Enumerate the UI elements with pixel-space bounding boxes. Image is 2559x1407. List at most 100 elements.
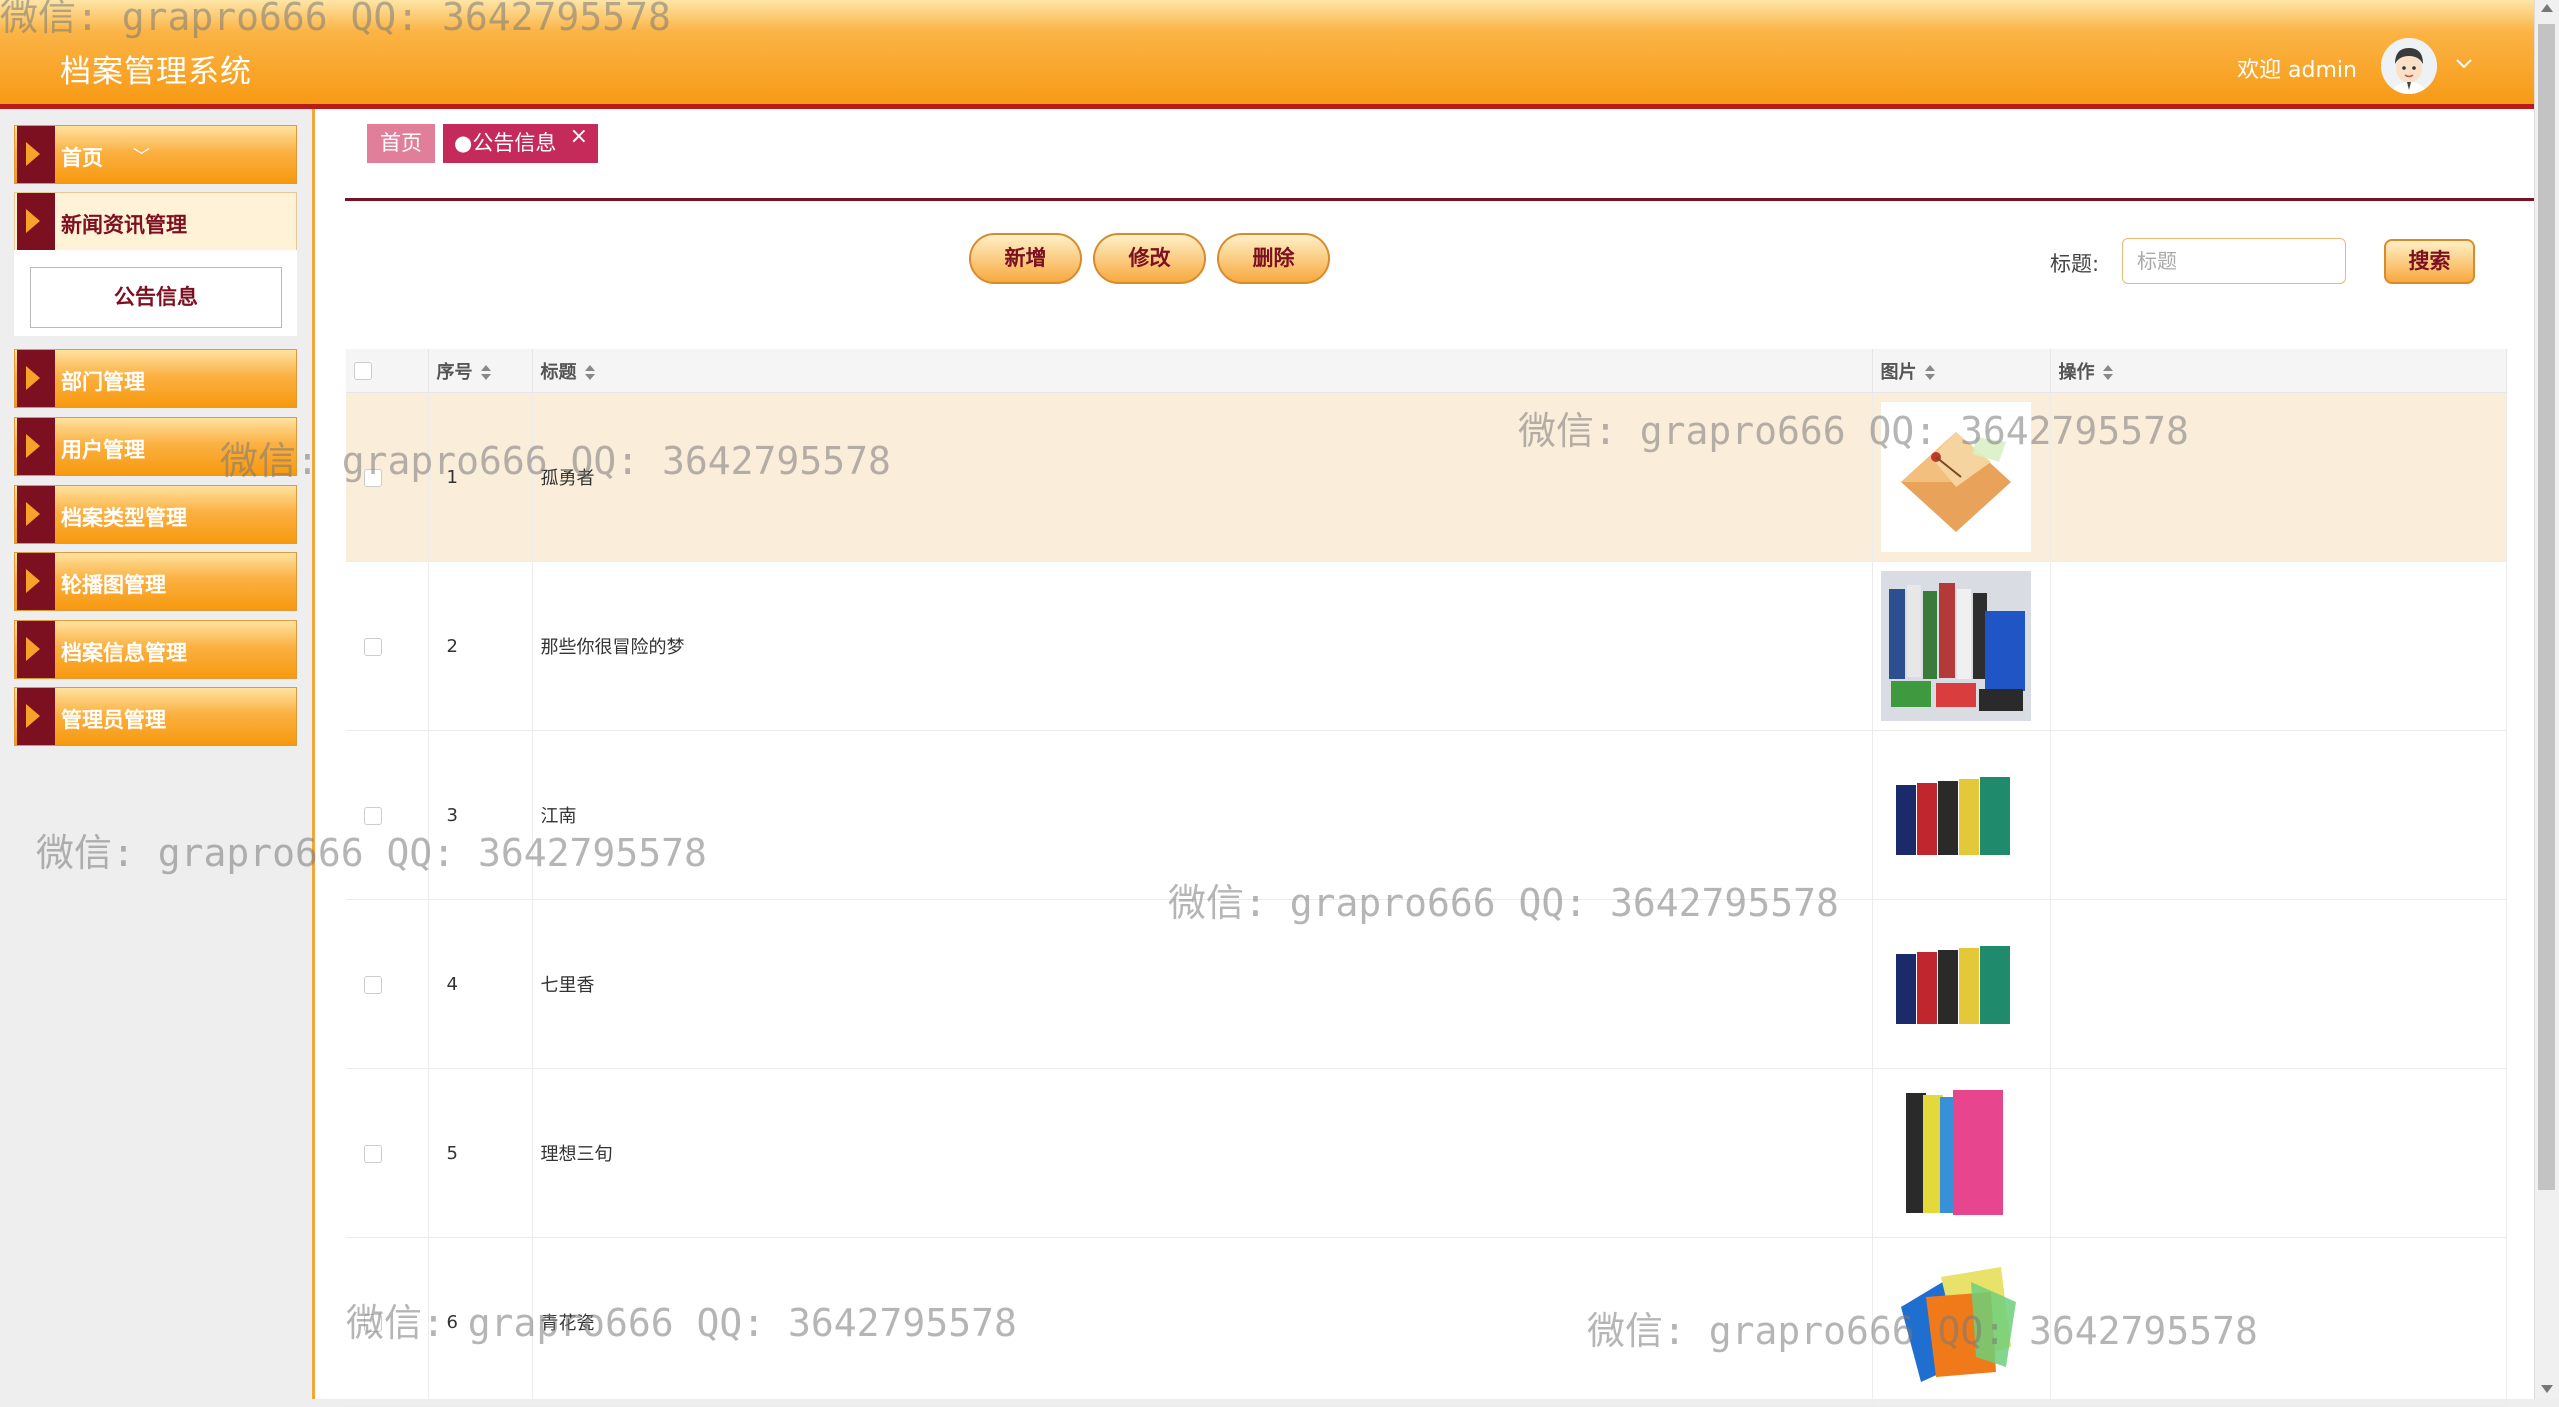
header-label: 操作 [2058,361,2095,383]
row-select[interactable] [346,899,429,1069]
sidebar-item-department[interactable]: 部门管理 [14,349,297,408]
checkbox[interactable] [354,362,372,380]
row-index: 6 [428,1237,533,1407]
sidebar-item-label: 部门管理 [61,370,145,394]
arrow-right-icon [17,193,55,250]
row-select[interactable] [346,730,429,900]
row-select[interactable] [346,392,429,562]
vertical-scrollbar[interactable] [2534,0,2559,1399]
header-label: 标题 [540,361,577,383]
welcome-text: 欢迎 admin [2237,58,2357,83]
chevron-down-icon[interactable] [2453,52,2475,74]
row-image [1872,1068,2051,1238]
row-image [1872,899,2051,1069]
table-row[interactable]: 2 那些你很冒险的梦 [346,561,2507,731]
arrow-right-icon [17,350,55,407]
arrow-right-icon [17,688,55,745]
sidebar-item-label: 新闻资讯管理 [61,213,187,237]
sidebar-item-label: 档案信息管理 [61,641,187,665]
table-row[interactable]: 6 青花瓷 [346,1237,2507,1407]
row-title: 七里香 [532,899,1873,1069]
checkbox[interactable] [364,806,382,825]
sidebar-item-archive-types[interactable]: 档案类型管理 [14,485,297,544]
row-select[interactable] [346,1237,429,1407]
table-row[interactable]: 3 江南 [346,730,2507,900]
sort-icon[interactable] [2102,364,2113,381]
sidebar-subitem-announcement[interactable]: 公告信息 [30,267,282,328]
tab-label: ●公告信息 [454,131,557,155]
checkbox[interactable] [364,637,382,656]
box-files-image [1880,909,2031,1059]
row-select[interactable] [346,561,429,731]
divider [345,198,2535,201]
user-avatar-icon [2381,38,2437,94]
header-select-all[interactable] [346,349,429,393]
row-actions [2050,730,2507,900]
table-header-row: 序号 标题 图片 操作 [346,349,2507,393]
search-input[interactable] [2122,238,2346,284]
row-select[interactable] [346,1068,429,1238]
envelope-folder-image [1880,402,2031,552]
row-title: 理想三旬 [532,1068,1873,1238]
header-image[interactable]: 图片 [1872,349,2051,393]
row-index: 3 [428,730,533,900]
row-actions [2050,561,2507,731]
sidebar-item-home[interactable]: 首页 ﹀ [14,125,297,184]
scrollbar-thumb[interactable] [2538,24,2555,1190]
add-button[interactable]: 新增 [969,233,1082,284]
sort-icon[interactable] [1924,364,1935,381]
search-label: 标题: [2050,252,2100,276]
checkbox[interactable] [364,1144,382,1163]
row-image [1872,730,2051,900]
sidebar-item-users[interactable]: 用户管理 [14,417,297,476]
top-bar: 档案管理系统 欢迎 admin [0,0,2535,109]
sort-icon[interactable] [584,364,595,381]
close-icon[interactable]: × [570,117,588,156]
delete-button[interactable]: 删除 [1217,233,1330,284]
sidebar-item-archive-info[interactable]: 档案信息管理 [14,620,297,679]
edit-button[interactable]: 修改 [1093,233,1206,284]
arrow-right-icon [17,621,55,678]
row-image [1872,561,2051,731]
tab-announcement[interactable]: ●公告信息 × [443,124,598,163]
avatar[interactable] [2381,38,2437,94]
checkbox[interactable] [364,975,382,994]
tab-home[interactable]: 首页 [367,124,435,163]
checkbox[interactable] [364,468,382,487]
row-title: 孤勇者 [532,392,1873,562]
row-title: 那些你很冒险的梦 [532,561,1873,731]
checkbox[interactable] [364,1313,382,1332]
box-files-image [1880,740,2031,890]
sidebar-item-label: 轮播图管理 [61,573,166,597]
row-image [1872,392,2051,562]
chevron-down-icon: ﹀ [133,147,150,167]
sidebar-item-label: 管理员管理 [61,708,166,732]
table-row[interactable]: 1 孤勇者 [346,392,2507,562]
header-index[interactable]: 序号 [428,349,533,393]
colored-folders-image [1880,1078,2031,1228]
sidebar-item-label: 用户管理 [61,438,145,462]
row-title: 青花瓷 [532,1237,1873,1407]
sort-icon[interactable] [480,364,491,381]
header-title[interactable]: 标题 [532,349,1873,393]
row-actions [2050,1237,2507,1407]
sidebar-item-admins[interactable]: 管理员管理 [14,687,297,746]
header-label: 图片 [1880,361,1917,383]
header-action[interactable]: 操作 [2050,349,2507,393]
header-label: 序号 [436,361,473,383]
search-button[interactable]: 搜索 [2384,239,2475,284]
scroll-down-icon[interactable] [2541,1385,2553,1393]
row-title: 江南 [532,730,1873,900]
data-table: 序号 标题 图片 操作 1 孤勇者 2 那些你很冒险的梦 3 江南 4 七里香 … [346,349,2507,1407]
table-row[interactable]: 4 七里香 [346,899,2507,1069]
row-image [1872,1237,2051,1407]
sidebar-item-label: 档案类型管理 [61,506,187,530]
row-index: 4 [428,899,533,1069]
sidebar-item-carousel[interactable]: 轮播图管理 [14,552,297,611]
row-actions [2050,1068,2507,1238]
scroll-up-icon[interactable] [2541,4,2553,12]
binders-photo-image [1880,571,2031,721]
table-row[interactable]: 5 理想三旬 [346,1068,2507,1238]
sidebar-item-news[interactable]: 新闻资讯管理 [14,192,297,251]
arrow-right-icon [17,486,55,543]
